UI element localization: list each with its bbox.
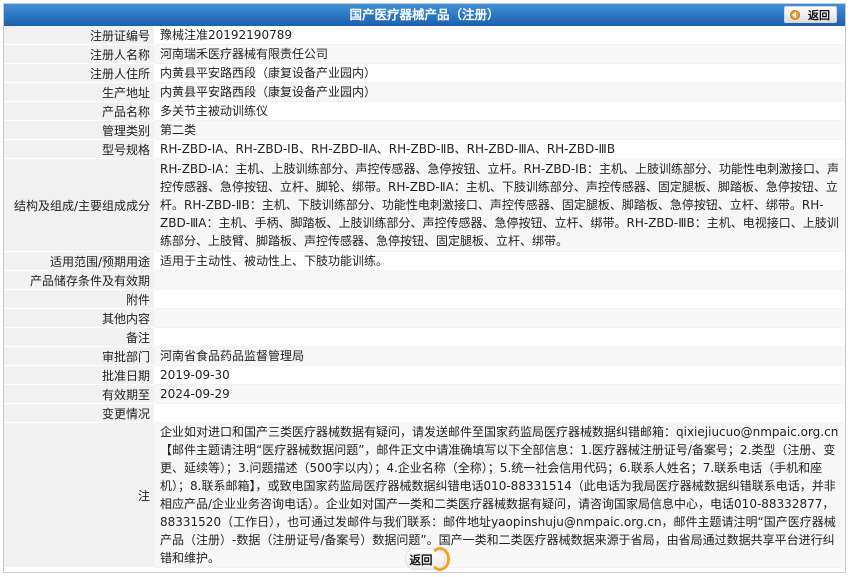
table-row: 结构及组成/主要组成成分 RH-ZBD-ⅠA：主机、上肢训练部分、声控传感器、急停… bbox=[4, 158, 845, 252]
field-label: 生产地址 bbox=[4, 82, 154, 102]
field-value bbox=[154, 308, 845, 328]
field-value: 内黄县平安路西段（康复设备产业园内） bbox=[154, 63, 845, 83]
back-arrow-icon bbox=[790, 10, 800, 20]
field-label: 附件 bbox=[4, 289, 154, 309]
table-row: 型号规格 RH-ZBD-ⅠA、RH-ZBD-ⅠB、RH-ZBD-ⅡA、RH-ZBD… bbox=[4, 139, 845, 159]
page-title: 国产医疗器械产品（注册） bbox=[349, 7, 500, 22]
table-row: 备注 bbox=[4, 327, 845, 347]
table-row: 适用范围/预期用途 适用于主动性、被动性上、下肢功能训练。 bbox=[4, 251, 845, 271]
field-value bbox=[154, 403, 845, 423]
table-row: 注册人名称 河南瑞禾医疗器械有限责任公司 bbox=[4, 44, 845, 64]
footer: 返回 bbox=[4, 545, 845, 573]
field-label: 备注 bbox=[4, 327, 154, 347]
field-value: 河南瑞禾医疗器械有限责任公司 bbox=[154, 44, 845, 64]
table-row: 产品名称 多关节主被动训练仪 bbox=[4, 101, 845, 121]
field-value: 2024-09-29 bbox=[154, 384, 845, 404]
title-bar: 国产医疗器械产品（注册） 返回 bbox=[4, 4, 845, 26]
table-row: 注册证编号 豫械注准20192190789 bbox=[4, 26, 845, 45]
field-value: 多关节主被动训练仪 bbox=[154, 101, 845, 121]
field-label: 审批部门 bbox=[4, 346, 154, 366]
table-row: 管理类别 第二类 bbox=[4, 120, 845, 140]
field-label: 产品名称 bbox=[4, 101, 154, 121]
table-row: 产品储存条件及有效期 bbox=[4, 270, 845, 290]
field-label: 注册人住所 bbox=[4, 63, 154, 83]
field-label: 批准日期 bbox=[4, 365, 154, 385]
detail-table: 注册证编号 豫械注准20192190789 注册人名称 河南瑞禾医疗器械有限责任公司注… bbox=[4, 26, 845, 568]
back-button-bottom[interactable]: 返回 bbox=[404, 547, 450, 571]
field-value: 适用于主动性、被动性上、下肢功能训练。 bbox=[154, 251, 845, 271]
field-value bbox=[154, 289, 845, 309]
field-label: 注册证编号 bbox=[4, 26, 154, 45]
record-panel: 国产医疗器械产品（注册） 返回 注册证编号 豫械注准20192190789 注册人名… bbox=[3, 3, 846, 573]
back-button-top[interactable]: 返回 bbox=[784, 6, 837, 23]
field-value: 2019-09-30 bbox=[154, 365, 845, 385]
table-row: 生产地址 内黄县平安路西段（康复设备产业园内） bbox=[4, 82, 845, 102]
field-value: 河南省食品药品监督管理局 bbox=[154, 346, 845, 366]
table-row: 注册人住所 内黄县平安路西段（康复设备产业园内） bbox=[4, 63, 845, 83]
field-value: RH-ZBD-ⅠA：主机、上肢训练部分、声控传感器、急停按钮、立杆。RH-ZBD… bbox=[154, 158, 845, 252]
field-value bbox=[154, 327, 845, 347]
table-row: 变更情况 bbox=[4, 403, 845, 423]
field-label: 变更情况 bbox=[4, 403, 154, 423]
field-label: 注册人名称 bbox=[4, 44, 154, 64]
field-label: 有效期至 bbox=[4, 384, 154, 404]
field-label: 管理类别 bbox=[4, 120, 154, 140]
field-value: 第二类 bbox=[154, 120, 845, 140]
table-row: 批准日期 2019-09-30 bbox=[4, 365, 845, 385]
field-label: 适用范围/预期用途 bbox=[4, 251, 154, 271]
field-label: 型号规格 bbox=[4, 139, 154, 159]
back-button-top-label: 返回 bbox=[808, 9, 830, 22]
field-label: 产品储存条件及有效期 bbox=[4, 270, 154, 290]
field-label: 其他内容 bbox=[4, 308, 154, 328]
field-value: RH-ZBD-ⅠA、RH-ZBD-ⅠB、RH-ZBD-ⅡA、RH-ZBD-ⅡB、… bbox=[154, 139, 845, 159]
field-value bbox=[154, 270, 845, 290]
table-row: 附件 bbox=[4, 289, 845, 309]
field-label: 结构及组成/主要组成成分 bbox=[4, 158, 154, 252]
field-value: 内黄县平安路西段（康复设备产业园内） bbox=[154, 82, 845, 102]
table-row: 其他内容 bbox=[4, 308, 845, 328]
table-row: 有效期至 2024-09-29 bbox=[4, 384, 845, 404]
table-row: 审批部门 河南省食品药品监督管理局 bbox=[4, 346, 845, 366]
field-value: 豫械注准20192190789 bbox=[154, 26, 845, 45]
back-swirl-icon bbox=[429, 547, 450, 571]
